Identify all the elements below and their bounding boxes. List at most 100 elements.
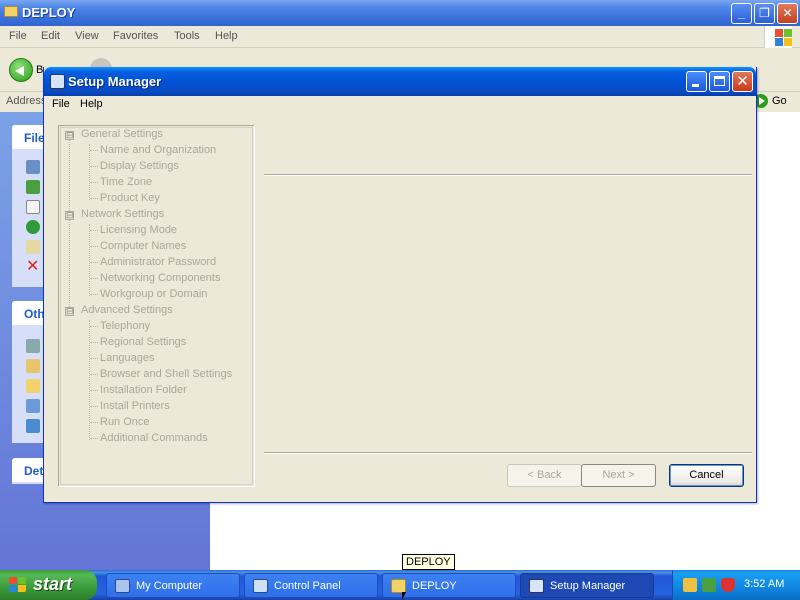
- folder-icon: [4, 6, 18, 17]
- document-icon[interactable]: [26, 200, 40, 214]
- dialog-menu-bar: File Help: [44, 96, 756, 115]
- tree-collapse-icon[interactable]: ⊟: [65, 211, 74, 220]
- tree-line: [90, 262, 98, 263]
- back-arrow-icon[interactable]: [9, 58, 33, 82]
- tree-node-networking-components[interactable]: Networking Components: [100, 272, 220, 284]
- windows-logo-icon: [764, 26, 792, 48]
- tree-line: [90, 294, 98, 295]
- tree-collapse-icon[interactable]: ⊟: [65, 307, 74, 316]
- taskbar-item-label: DEPLOY: [412, 580, 457, 592]
- tree-line: [90, 182, 98, 183]
- footer-separator: [264, 452, 752, 454]
- globe-icon[interactable]: [26, 220, 40, 234]
- restore-button[interactable]: ❐: [754, 3, 775, 24]
- tree-node-run-once[interactable]: Run Once: [100, 416, 150, 428]
- dialog-maximize-button[interactable]: [709, 71, 730, 92]
- menu-help[interactable]: Help: [215, 30, 238, 42]
- tree-line: [90, 422, 98, 423]
- next-button[interactable]: Next >: [581, 464, 656, 487]
- tree-node-installation-folder[interactable]: Installation Folder: [100, 384, 187, 396]
- windows-flag-icon: [9, 577, 27, 593]
- menu-tools[interactable]: Tools: [174, 30, 200, 42]
- folder-icon[interactable]: [26, 359, 40, 373]
- explorer-title-bar[interactable]: DEPLOY _ ❐ ✕: [0, 0, 800, 26]
- clock[interactable]: 3:52 AM: [744, 578, 784, 590]
- tree-node-additional-commands[interactable]: Additional Commands: [100, 432, 208, 444]
- task-icon[interactable]: [26, 180, 40, 194]
- dialog-menu-help[interactable]: Help: [80, 98, 103, 110]
- tree-node-telephony[interactable]: Telephony: [100, 320, 150, 332]
- tree-line: [90, 278, 98, 279]
- tree-node-name-and-organization[interactable]: Name and Organization: [100, 144, 216, 156]
- dialog-minimize-button[interactable]: [686, 71, 707, 92]
- dialog-title-bar[interactable]: Setup Manager ✕: [44, 67, 756, 96]
- setup-manager-icon: [50, 74, 65, 89]
- tree-node-regional-settings[interactable]: Regional Settings: [100, 336, 186, 348]
- taskbar-item-setup-manager[interactable]: Setup Manager: [520, 573, 654, 598]
- taskbar-item-label: Setup Manager: [550, 580, 626, 592]
- tree-node-product-key[interactable]: Product Key: [100, 192, 160, 204]
- taskbar-item-control-panel[interactable]: Control Panel: [244, 573, 378, 598]
- taskbar-item-label: My Computer: [136, 580, 203, 592]
- tree-line: [90, 166, 98, 167]
- tree-line: [90, 326, 98, 327]
- tree-node-install-printers[interactable]: Install Printers: [100, 400, 170, 412]
- menu-file[interactable]: File: [9, 30, 27, 42]
- tray-icon[interactable]: [702, 578, 716, 592]
- tree-node-workgroup-or-domain[interactable]: Workgroup or Domain: [100, 288, 207, 300]
- drive-icon[interactable]: [26, 339, 40, 353]
- dialog-close-button[interactable]: ✕: [732, 71, 753, 92]
- network-places-icon[interactable]: [26, 419, 40, 433]
- dialog-menu-file[interactable]: File: [52, 98, 70, 110]
- menu-edit[interactable]: Edit: [41, 30, 60, 42]
- setup-manager-icon: [529, 579, 544, 593]
- tree-line: [90, 342, 98, 343]
- go-label: Go: [772, 95, 787, 107]
- menu-favorites[interactable]: Favorites: [113, 30, 158, 42]
- tree-line: [90, 150, 98, 151]
- close-button[interactable]: ✕: [777, 3, 798, 24]
- settings-tree[interactable]: ⊟ General Settings Name and Organization…: [58, 125, 255, 487]
- tree-line: [90, 246, 98, 247]
- tree-node-network-settings[interactable]: Network Settings: [81, 208, 164, 220]
- tree-node-time-zone[interactable]: Time Zone: [100, 176, 152, 188]
- tray-icon[interactable]: [683, 578, 697, 592]
- tree-node-advanced-settings[interactable]: Advanced Settings: [81, 304, 173, 316]
- security-shield-icon[interactable]: [721, 578, 735, 592]
- tree-line: [90, 358, 98, 359]
- tree-node-licensing-mode[interactable]: Licensing Mode: [100, 224, 177, 236]
- network-icon[interactable]: [26, 399, 40, 413]
- tree-line: [69, 139, 70, 315]
- tree-line: [89, 144, 90, 200]
- folder-icon: [391, 579, 406, 593]
- tree-collapse-icon[interactable]: ⊟: [65, 131, 74, 140]
- tree-node-administrator-password[interactable]: Administrator Password: [100, 256, 216, 268]
- computer-icon: [115, 579, 130, 593]
- taskbar: start My Computer Control Panel DEPLOY S…: [0, 570, 800, 600]
- mail-icon[interactable]: [26, 240, 40, 254]
- tree-node-display-settings[interactable]: Display Settings: [100, 160, 179, 172]
- taskbar-item-my-computer[interactable]: My Computer: [106, 573, 240, 598]
- delete-icon[interactable]: ✕: [26, 259, 40, 275]
- menu-view[interactable]: View: [75, 30, 99, 42]
- cancel-button[interactable]: Cancel: [669, 464, 744, 487]
- tree-node-computer-names[interactable]: Computer Names: [100, 240, 186, 252]
- folder-icon[interactable]: [26, 379, 40, 393]
- mouse-cursor-icon: [402, 592, 406, 600]
- taskbar-tooltip: DEPLOY: [402, 554, 455, 570]
- start-button[interactable]: start: [0, 570, 97, 600]
- tree-line: [89, 224, 90, 296]
- tree-node-general-settings[interactable]: General Settings: [81, 128, 163, 140]
- explorer-title: DEPLOY: [22, 5, 76, 20]
- task-icon[interactable]: [26, 160, 40, 174]
- taskbar-item-label: Control Panel: [274, 580, 341, 592]
- tree-node-languages[interactable]: Languages: [100, 352, 154, 364]
- tree-line: [90, 438, 98, 439]
- header-separator: [264, 174, 752, 176]
- address-label: Address: [6, 95, 47, 107]
- back-button[interactable]: < Back: [507, 464, 582, 487]
- tree-node-browser-and-shell-settings[interactable]: Browser and Shell Settings: [100, 368, 232, 380]
- minimize-button[interactable]: _: [731, 3, 752, 24]
- go-button[interactable]: Go: [752, 93, 800, 111]
- tree-line: [90, 230, 98, 231]
